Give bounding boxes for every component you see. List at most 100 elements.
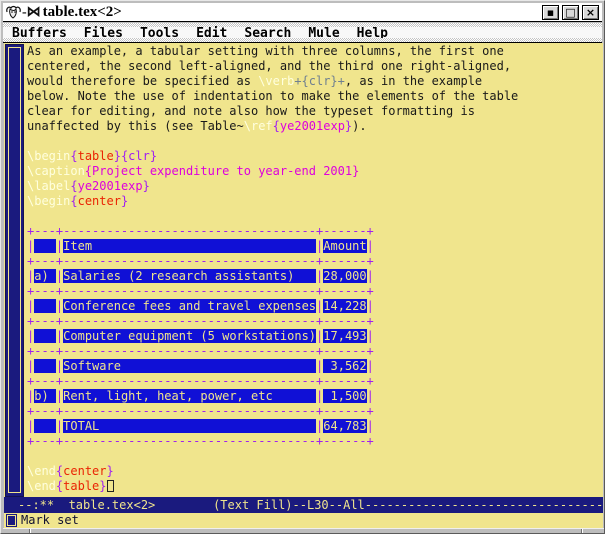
syntax-run: \verb [258,74,294,88]
syntax-run: a) [34,269,56,283]
minibuffer-scrollbar-stub [6,514,17,527]
editor-line: \begin{table}{clr} [27,149,602,164]
title-icon-glyph: -⋈ [22,4,41,21]
text-cursor [107,480,114,492]
editor-line: \begin{center} [27,194,602,209]
syntax-run: | [367,359,374,373]
vertical-scrollbar[interactable] [5,44,24,497]
syntax-run: 17,493 [323,329,366,343]
editor-line [27,209,602,224]
syntax-run: b) [34,389,56,403]
editor-line [27,449,602,464]
syntax-run: TOTAL [63,419,316,433]
syntax-run: +---+-----------------------------------… [27,434,374,448]
emacs-window-frame: -⋈ table.tex<2> ▪ □ × Buffers Files Tool… [0,0,605,534]
editor-line: |b) |Rent, light, heat, power, etc | 1,5… [27,389,602,404]
syntax-run: Software [63,359,316,373]
syntax-run: table [78,149,114,163]
syntax-run: +---+-----------------------------------… [27,224,374,238]
editor-line: +---+-----------------------------------… [27,344,602,359]
editor-line: | |Software | 3,562| [27,359,602,374]
syntax-run: | [367,299,374,313]
editor-line: unaffected by this (see Table~\ref{ye200… [27,119,602,134]
minimize-button[interactable]: ▪ [542,5,559,20]
editor-line: +---+-----------------------------------… [27,434,602,449]
editor-line: As an example, a tabular setting with th… [27,44,602,59]
syntax-run: { [70,149,77,163]
syntax-run: | [367,239,374,253]
editor-text[interactable]: As an example, a tabular setting with th… [27,44,602,496]
syntax-run: | [367,269,374,283]
syntax-run: 14,228 [323,299,366,313]
syntax-run: \caption [27,164,85,178]
editor-line: +---+-----------------------------------… [27,404,602,419]
minibuffer[interactable]: Mark set [4,513,603,528]
resize-grip[interactable] [29,529,31,534]
syntax-run: } [143,179,150,193]
mode-line: --:** table.tex<2> (Text Fill)--L30--All… [4,497,603,513]
syntax-run: {Project expenditure to year-end 2001} [85,164,360,178]
editor-line: | |Conference fees and travel expenses|1… [27,299,602,314]
syntax-run [34,419,56,433]
editor-line: \end{table} [27,479,602,494]
syntax-run: \end [27,464,56,478]
syntax-run: centered, the second left-aligned, and t… [27,59,511,73]
syntax-run: }{clr} [114,149,157,163]
title-bar[interactable]: -⋈ table.tex<2> ▪ □ × [3,3,602,22]
editor-line: +---+-----------------------------------… [27,254,602,269]
editor-line: +---+-----------------------------------… [27,314,602,329]
syntax-run: ye2001exp [280,119,345,133]
resize-grip[interactable] [581,529,583,534]
syntax-run: 28,000 [323,269,366,283]
editor-client-area: As an example, a tabular setting with th… [4,43,603,528]
bottom-frame-border [3,528,604,534]
syntax-run: would therefore be specified as [27,74,258,88]
syntax-run: As an example, a tabular setting with th… [27,44,504,58]
editor-line [27,134,602,149]
syntax-run: } [121,194,128,208]
syntax-run: below. Note the use of indentation to ma… [27,89,518,103]
editor-line: \caption{Project expenditure to year-end… [27,164,602,179]
syntax-run [34,359,56,373]
editor-line: would therefore be specified as \verb+{c… [27,74,602,89]
syntax-run: +---+-----------------------------------… [27,254,374,268]
syntax-run: \end [27,479,56,493]
syntax-run: \begin [27,149,70,163]
syntax-run: } [99,479,106,493]
window-title: table.tex<2> [43,4,542,21]
syntax-run: 3,562 [323,359,366,373]
editor-line: \label{ye2001exp} [27,179,602,194]
syntax-run: { [70,194,77,208]
editor-line: |a) |Salaries (2 research assistants) |2… [27,269,602,284]
editor-line: | |TOTAL |64,783| [27,419,602,434]
maximize-button[interactable]: □ [562,5,579,20]
syntax-run: +---+-----------------------------------… [27,374,374,388]
syntax-run: , as in the example [345,74,482,88]
close-button[interactable]: × [582,5,599,20]
syntax-run: Item [63,239,316,253]
syntax-run: Computer equipment (5 workstations) [63,329,316,343]
editor-line: centered, the second left-aligned, and t… [27,59,602,74]
syntax-run: \label [27,179,70,193]
editor-line: +---+-----------------------------------… [27,374,602,389]
window-controls: ▪ □ × [542,5,599,20]
gnu-icon [5,5,22,20]
syntax-run: \ref [244,119,273,133]
syntax-run: center [78,194,121,208]
editor-line: +---+-----------------------------------… [27,284,602,299]
syntax-run: +---+-----------------------------------… [27,344,374,358]
editor-line: below. Note the use of indentation to ma… [27,89,602,104]
syntax-run: 64,783 [323,419,366,433]
syntax-run: ye2001exp [78,179,143,193]
syntax-run: +---+-----------------------------------… [27,284,374,298]
syntax-run: table [63,479,99,493]
syntax-run: 1,500 [323,389,366,403]
syntax-run: +---+-----------------------------------… [27,404,374,418]
scrollbar-thumb[interactable] [8,47,21,493]
syntax-run: center [63,464,106,478]
syntax-run: | [367,329,374,343]
syntax-run: | [367,419,374,433]
syntax-run: unaffected by this (see Table~ [27,119,244,133]
syntax-run: clear for editing, and note also how the… [27,104,475,118]
editor-line: clear for editing, and note also how the… [27,104,602,119]
